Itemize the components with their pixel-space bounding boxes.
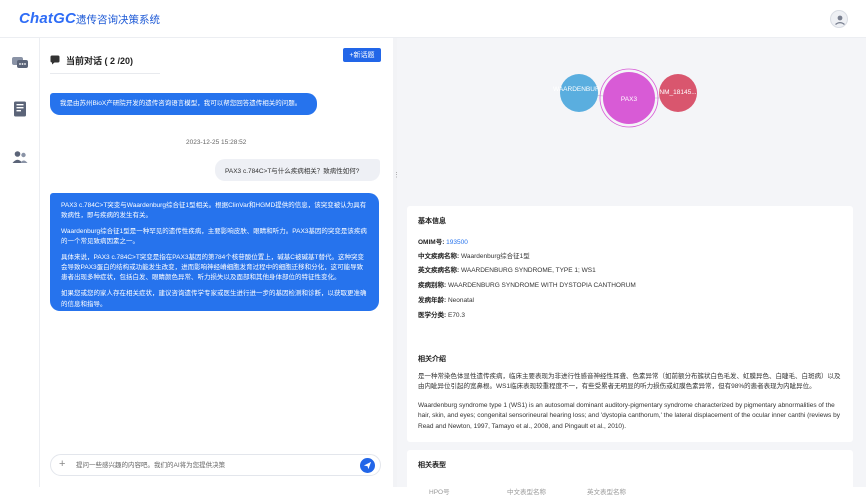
app-brand[interactable]: ChatGC遗传咨询决策系统	[19, 10, 160, 27]
intro-text-en: Waardenburg syndrome type 1 (WS1) is an …	[418, 402, 840, 430]
column-header: 英文表型名称	[587, 489, 626, 496]
new-topic-button[interactable]: +新话题	[343, 48, 381, 62]
answer-paragraph: 如果您或您的家人存在相关症状，建议咨询遗传学专家或医生进行进一步的基因检测和诊断…	[61, 290, 367, 308]
ai-answer-message: PAX3 c.784C>T突变与Waardenburg综合征1型相关。根据Cli…	[50, 193, 379, 311]
user-message: PAX3 c.784C>T与什么疾病相关？致病性如何?	[215, 159, 380, 181]
graph-node[interactable]: NM_18145...	[659, 74, 697, 112]
related-phenotype-title: 相关表型	[418, 462, 446, 469]
user-avatar-icon	[835, 15, 845, 25]
brand-subtitle: 遗传咨询决策系统	[76, 14, 161, 26]
user-avatar[interactable]	[830, 10, 848, 28]
graph-node-label: NM_18145...	[659, 89, 696, 96]
info-row: 发病年龄: Neonatal	[418, 297, 475, 304]
send-button[interactable]	[360, 458, 375, 473]
basic-info-card: 基本信息 OMIM号: 193500 中文疾病名称: Waardenburg综合…	[407, 206, 853, 366]
knowledge-graph[interactable]: WAARDENBUR... PAX3 NM_18145...	[397, 38, 866, 168]
send-icon	[363, 461, 372, 470]
plus-icon[interactable]: +	[59, 458, 65, 470]
answer-paragraph: Waardenburg综合征1型是一种罕见的遗传性疾病，主要影响皮肤、眼睛和听力…	[61, 228, 367, 246]
graph-node-selected[interactable]: PAX3	[599, 68, 659, 128]
answer-paragraph: PAX3 c.784C>T突变与Waardenburg综合征1型相关。根据Cli…	[61, 202, 367, 220]
chat-input[interactable]	[76, 459, 346, 472]
knowledge-panel: WAARDENBUR... PAX3 NM_18145... 基本信息 OMIM…	[397, 38, 866, 496]
omim-row: OMIM号: 193500	[418, 239, 468, 246]
graph-node-label: PAX3	[621, 96, 638, 103]
column-header: HPO号	[429, 489, 450, 496]
chat-input-box: +	[50, 454, 381, 476]
info-row: 疾病别称: WAARDENBURG SYNDROME WITH DYSTOPIA…	[418, 282, 636, 289]
answer-paragraph: 具体来说，PAX3 c.784C>T突变是指在PAX3基因的第784个核苷酸位置…	[61, 254, 364, 282]
info-row: 英文疾病名称: WAARDENBURG SYNDROME, TYPE 1; WS…	[418, 267, 596, 274]
intro-text-cn: 是一种常染色体显性遗传疾病，临床主要表现为非进行性感音神经性耳聋、色素异常（如前…	[418, 373, 841, 391]
graph-node-label: WAARDENBUR...	[553, 86, 605, 93]
graph-node[interactable]: WAARDENBUR...	[553, 74, 605, 112]
chat-icon[interactable]	[11, 54, 29, 72]
related-intro-card: 相关介绍 是一种常染色体显性遗传疾病，临床主要表现为非进行性感音神经性耳聋、色素…	[407, 344, 853, 442]
column-header: 中文表型名称	[507, 489, 546, 496]
related-phenotype-card: 相关表型 HPO号 中文表型名称 英文表型名称	[407, 450, 853, 496]
chat-header: 当前对话 ( 2 /20)	[50, 50, 133, 70]
chat-panel: 当前对话 ( 2 /20) +新话题 我是由苏州BioX产研院开发的遗传咨询语言…	[40, 38, 393, 487]
conversation-icon	[50, 55, 60, 65]
ai-intro-message: 我是由苏州BioX产研院开发的遗传咨询语言模型，我可以帮您回答遗传相关的问题。	[50, 93, 317, 115]
app-header: ChatGC遗传咨询决策系统	[0, 0, 866, 38]
document-icon[interactable]	[11, 100, 29, 118]
users-icon[interactable]	[11, 148, 29, 166]
chat-header-divider	[50, 73, 160, 74]
conversation-counter: 当前对话 ( 2 /20)	[66, 55, 134, 66]
omim-link[interactable]: 193500	[446, 239, 468, 246]
left-sidebar	[0, 38, 40, 487]
related-intro-title: 相关介绍	[418, 356, 446, 363]
basic-info-title: 基本信息	[418, 218, 446, 225]
brand-name: ChatGC	[19, 10, 77, 27]
info-row: 中文疾病名称: Waardenburg综合征1型	[418, 253, 530, 260]
message-timestamp: 2023-12-25 15:28:52	[186, 139, 247, 146]
info-row: 医学分类: E70.3	[418, 312, 465, 319]
